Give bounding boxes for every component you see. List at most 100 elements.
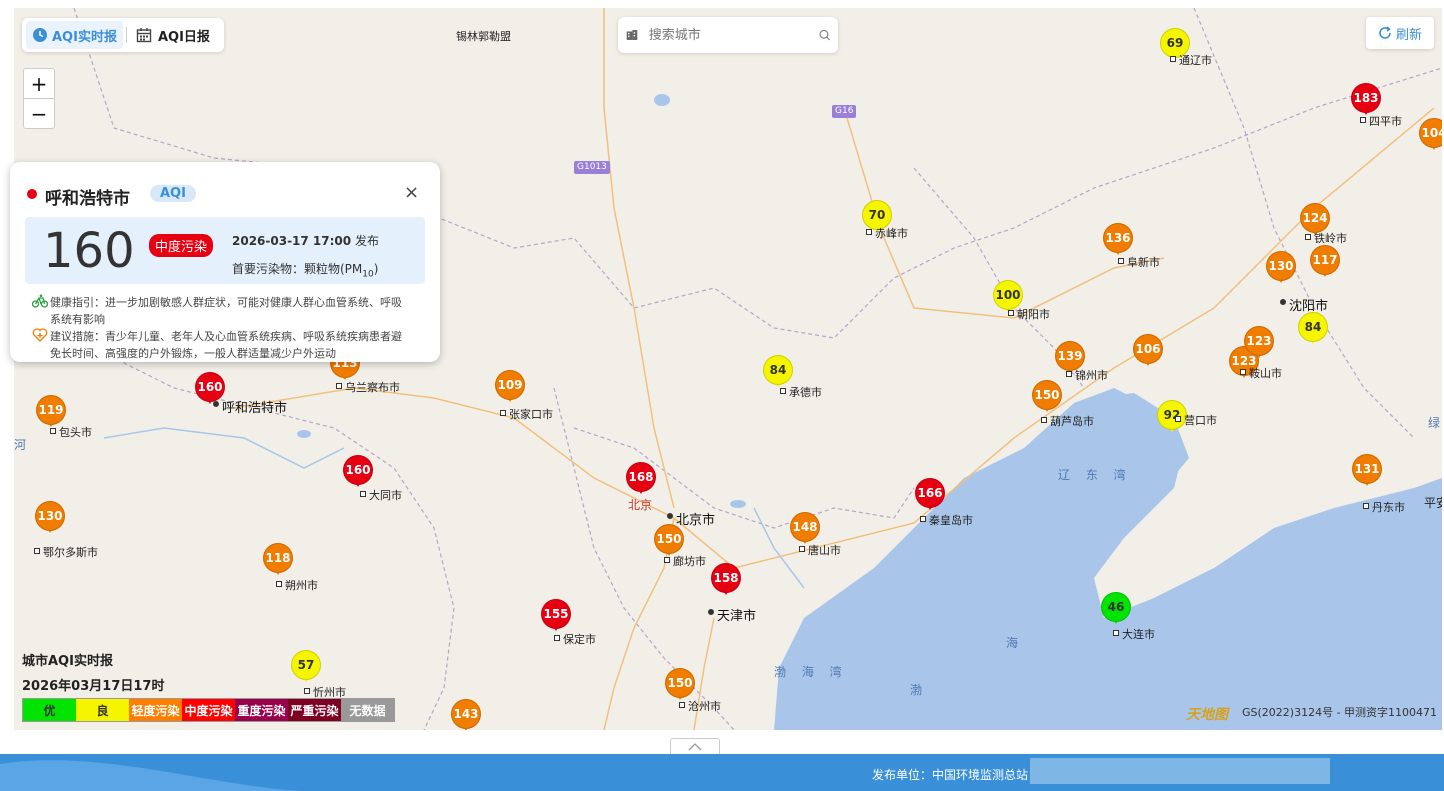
legend-level: 优 bbox=[23, 699, 76, 721]
legend-level: 中度污染 bbox=[182, 699, 235, 721]
city-dot bbox=[1175, 416, 1181, 422]
tab-aqi-daily[interactable]: AQI日报 bbox=[130, 21, 216, 49]
lake bbox=[297, 430, 311, 438]
footer-wave-decoration bbox=[0, 758, 1330, 791]
map-copyright: GS(2022)3124号 - 甲测资字1100471 bbox=[1242, 706, 1438, 719]
aqi-marker-value: 143 bbox=[451, 699, 481, 729]
city-search-input[interactable] bbox=[648, 27, 819, 43]
aqi-marker[interactable]: 123 bbox=[1244, 326, 1274, 364]
tab-divider bbox=[125, 27, 127, 43]
tab-aqi-realtime[interactable]: AQI实时报 bbox=[26, 21, 123, 49]
aqi-marker[interactable]: 143 bbox=[451, 699, 481, 730]
popup-city-name: 呼和浩特市 bbox=[45, 189, 130, 209]
aqi-marker-value: 130 bbox=[35, 501, 65, 531]
highway-badge: G1013 bbox=[574, 161, 610, 174]
city-label: 鄂尔多斯市 bbox=[43, 546, 98, 559]
aqi-marker[interactable]: 168 bbox=[626, 462, 656, 500]
major-city-label: 沈阳市 bbox=[1289, 299, 1329, 314]
aqi-marker[interactable]: 158 bbox=[711, 563, 741, 601]
city-dot bbox=[1066, 371, 1072, 377]
city-label: 唐山市 bbox=[808, 544, 841, 557]
province-border bbox=[573, 427, 915, 529]
highway bbox=[603, 8, 675, 509]
city-label: 丹东市 bbox=[1372, 501, 1405, 514]
health-guide-label: 健康指引： bbox=[50, 296, 105, 309]
aqi-marker-value: 150 bbox=[665, 668, 695, 698]
aqi-marker-value: 117 bbox=[1310, 245, 1340, 275]
aqi-marker-value: 106 bbox=[1133, 334, 1163, 364]
aqi-marker[interactable]: 57 bbox=[291, 650, 321, 688]
aqi-marker[interactable]: 109 bbox=[495, 370, 525, 408]
aqi-marker[interactable]: 130 bbox=[35, 501, 65, 539]
aqi-marker[interactable]: 118 bbox=[263, 543, 293, 581]
city-label: 乌兰察布市 bbox=[345, 381, 400, 394]
aqi-marker[interactable]: 84 bbox=[1298, 312, 1328, 350]
aqi-marker-value: 118 bbox=[263, 543, 293, 573]
legend-title: 城市AQI实时报 bbox=[22, 654, 113, 669]
city-label: 四平市 bbox=[1369, 115, 1402, 128]
refresh-label: 刷新 bbox=[1395, 27, 1422, 43]
aqi-marker-value: 84 bbox=[1298, 312, 1328, 342]
city-dot bbox=[1041, 417, 1047, 423]
region-label: 河 bbox=[14, 438, 33, 452]
publisher-text: 发布单位：中国环境监测总站 bbox=[872, 768, 1029, 782]
region-label: 绿 bbox=[1428, 416, 1442, 430]
aqi-marker-value: 166 bbox=[915, 478, 945, 508]
highway-badge: G16 bbox=[832, 105, 857, 118]
search-icon[interactable] bbox=[819, 27, 830, 43]
city-label: 包头市 bbox=[59, 426, 92, 439]
city-label: 大同市 bbox=[369, 489, 402, 502]
clock-icon bbox=[33, 28, 47, 42]
popup-close-button[interactable]: × bbox=[404, 182, 419, 203]
city-dot bbox=[920, 516, 926, 522]
aqi-marker[interactable]: 46 bbox=[1101, 592, 1131, 630]
city-dot bbox=[500, 410, 506, 416]
aqi-marker[interactable]: 131 bbox=[1352, 454, 1382, 492]
aqi-marker-value: 109 bbox=[495, 370, 525, 400]
aqi-marker[interactable]: 130 bbox=[1266, 251, 1296, 289]
health-guide-row: 健康指引：进一步加剧敏感人群症状，可能对健康人群心血管系统、呼吸系统有影响 bbox=[31, 294, 412, 328]
city-label: 葫芦岛市 bbox=[1050, 415, 1094, 428]
aqi-map[interactable]: 6918310470136124130117100841231231391068… bbox=[14, 8, 1442, 730]
aqi-marker[interactable]: 166 bbox=[915, 478, 945, 516]
aqi-summary-panel: 160 中度污染 2026-03-17 17:00 发布 首要污染物：颗粒物(P… bbox=[25, 217, 425, 284]
city-dot bbox=[213, 401, 219, 407]
city-dot bbox=[1305, 234, 1311, 240]
zoom-in-button[interactable]: + bbox=[24, 69, 54, 99]
aqi-marker[interactable]: 160 bbox=[195, 372, 225, 410]
collapse-footer-button[interactable] bbox=[670, 738, 720, 754]
city-dot bbox=[554, 635, 560, 641]
aqi-marker[interactable]: 104 bbox=[1419, 118, 1442, 156]
city-dot bbox=[780, 388, 786, 394]
city-dot bbox=[1008, 310, 1014, 316]
building-icon bbox=[626, 30, 638, 40]
aqi-marker-value: 150 bbox=[1032, 380, 1062, 410]
zoom-control: + − bbox=[23, 68, 55, 129]
aqi-marker-value: 46 bbox=[1101, 592, 1131, 622]
city-dot bbox=[1113, 630, 1119, 636]
lake bbox=[730, 500, 746, 508]
aqi-marker-value: 92 bbox=[1157, 400, 1187, 430]
aqi-marker-value: 57 bbox=[291, 650, 321, 680]
aqi-marker[interactable]: 106 bbox=[1133, 334, 1163, 372]
city-label: 秦皇岛市 bbox=[929, 514, 973, 527]
refresh-button[interactable]: 刷新 bbox=[1366, 17, 1434, 49]
city-search-box bbox=[618, 17, 838, 53]
city-label: 大连市 bbox=[1122, 628, 1155, 641]
publish-time: 2026-03-17 17:00 发布 bbox=[232, 232, 379, 249]
aqi-marker-value: 183 bbox=[1351, 83, 1381, 113]
legend-level: 严重污染 bbox=[288, 699, 341, 721]
publish-datetime: 2026-03-17 17:00 bbox=[232, 234, 352, 248]
city-label: 赤峰市 bbox=[875, 227, 908, 240]
city-label: 保定市 bbox=[563, 633, 596, 646]
region-label: 北京 bbox=[628, 498, 653, 512]
aqi-marker[interactable]: 117 bbox=[1310, 245, 1340, 283]
zoom-out-button[interactable]: − bbox=[24, 99, 54, 129]
refresh-icon bbox=[1379, 26, 1391, 39]
city-dot bbox=[667, 513, 673, 519]
aqi-value: 160 bbox=[43, 223, 135, 279]
city-label: 锦州市 bbox=[1075, 369, 1108, 382]
aqi-marker-value: 123 bbox=[1244, 326, 1274, 356]
aqi-marker[interactable]: 92 bbox=[1157, 400, 1187, 438]
legend-time: 2026年03月17日17时 bbox=[22, 679, 165, 694]
